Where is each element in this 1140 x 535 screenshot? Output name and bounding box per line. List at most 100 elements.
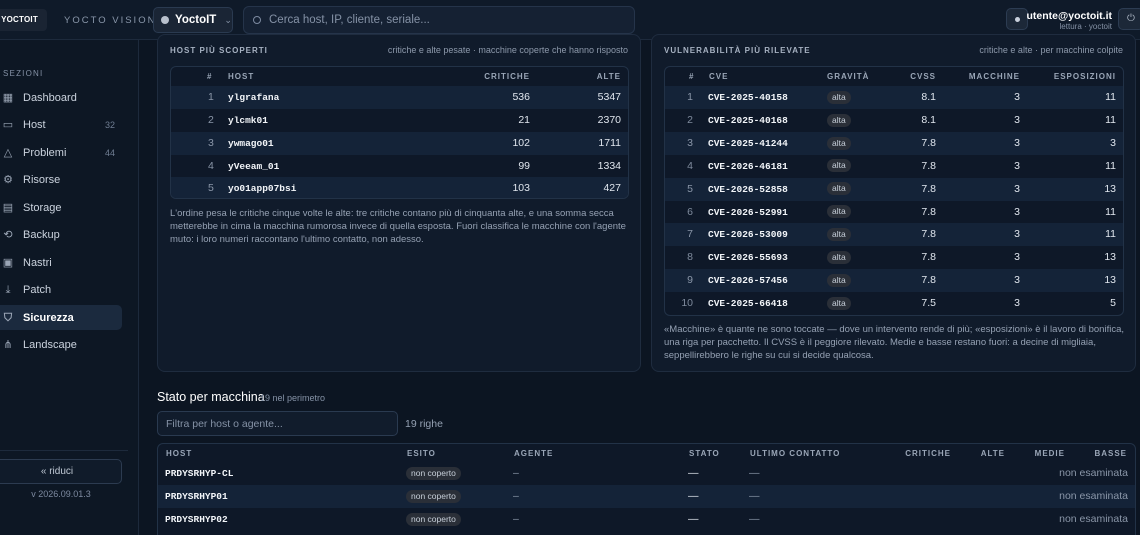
tenant-selector[interactable]: YoctoIT ⌄ <box>153 7 233 33</box>
table-row[interactable]: 6 CVE-2026-52991 alta 7.8 3 11 <box>665 201 1123 224</box>
user-avatar-button[interactable] <box>1006 8 1028 30</box>
table-row[interactable]: 5 CVE-2026-52858 alta 7.8 3 13 <box>665 177 1123 201</box>
global-search[interactable] <box>243 6 635 34</box>
row-rank: 3 <box>208 137 214 149</box>
table-row[interactable]: 4 CVE-2026-46181 alta 7.8 3 11 <box>665 155 1123 178</box>
row-cvss: 7.8 <box>921 182 936 195</box>
severity-badge: alta <box>827 273 851 287</box>
row-host[interactable]: PRDYSRHYP02 <box>165 508 228 531</box>
user-dot-icon <box>1014 16 1020 22</box>
row-host[interactable]: PRDYSRHYP-CL <box>165 462 233 485</box>
sidebar-item-storage[interactable]: ▤ Storage <box>0 195 122 220</box>
filter-input[interactable] <box>166 417 386 430</box>
row-exposures: 11 <box>1105 205 1116 218</box>
severity-badge: alta <box>827 136 851 150</box>
row-rank: 8 <box>687 251 693 264</box>
row-host[interactable]: yo01app07bsi <box>228 177 296 198</box>
sidebar-item-label: Risorse <box>23 173 61 186</box>
table-row[interactable]: PRDYSRHYP01 non coperto – — — non esaminata <box>158 485 1135 508</box>
row-agent: – <box>513 490 519 502</box>
row-cve[interactable]: CVE-2026-52858 <box>708 178 788 201</box>
column-header[interactable]: ULTIMO CONTATTO <box>750 444 840 464</box>
sidebar-item-backup[interactable]: ⟲ Backup <box>0 222 122 247</box>
table-row[interactable]: 4 yVeeam_01 99 1334 <box>171 155 628 178</box>
row-host[interactable]: PRDYSRHYP01 <box>165 485 228 508</box>
row-rank: 3 <box>687 136 693 149</box>
vuln-panel-subtitle: critiche e alte · per macchine colpite <box>979 45 1123 55</box>
sidebar-item-risorse[interactable]: ⚙ Risorse <box>0 167 122 192</box>
vuln-panel-title: VULNERABILITÀ PIÙ RILEVATE <box>664 46 811 55</box>
column-header[interactable]: ALTE <box>981 444 1005 464</box>
row-cve[interactable]: CVE-2025-40158 <box>708 86 788 109</box>
sidebar-item-label: Storage <box>23 201 62 214</box>
column-header[interactable]: MEDIE <box>1035 444 1065 464</box>
row-cve[interactable]: CVE-2026-55693 <box>708 246 788 269</box>
backup-icon: ⟲ <box>3 228 13 241</box>
table-row[interactable]: PRDYSRHYP02 non coperto – — — non esaminata <box>158 508 1135 531</box>
table-row[interactable]: 2 ylcmk01 21 2370 <box>171 109 628 132</box>
severity-badge: alta <box>827 228 851 242</box>
row-cve[interactable]: CVE-2025-41244 <box>708 132 788 155</box>
row-last-contact: — <box>749 490 760 502</box>
table-row[interactable]: 5 yo01app07bsi 103 427 <box>171 177 628 198</box>
column-header[interactable]: ESITO <box>407 444 436 464</box>
row-cve[interactable]: CVE-2025-66418 <box>708 292 788 315</box>
tenant-name: YoctoIT <box>175 14 217 26</box>
row-rank: 5 <box>208 182 214 194</box>
table-row[interactable]: 8 CVE-2026-55693 alta 7.8 3 13 <box>665 246 1123 269</box>
row-agent: – <box>513 513 519 525</box>
row-machines: 3 <box>1014 182 1020 195</box>
sidebar-item-problemi[interactable]: △ Problemi 44 <box>0 140 122 165</box>
coverage-badge: non coperto <box>406 466 461 480</box>
sidebar-item-host[interactable]: ▭ Host 32 <box>0 112 122 137</box>
coverage-badge: non coperto <box>406 512 461 526</box>
row-cvss: 8.1 <box>921 91 936 103</box>
table-row[interactable]: 3 ywmago01 102 1711 <box>171 132 628 155</box>
machines-filter[interactable] <box>157 411 398 436</box>
table-row[interactable]: 7 CVE-2026-53009 alta 7.8 3 11 <box>665 223 1123 247</box>
app-logo[interactable]: YOCTOIT <box>0 9 47 31</box>
row-host[interactable]: ylgrafana <box>228 86 279 109</box>
row-cve[interactable]: CVE-2025-40168 <box>708 109 788 132</box>
row-severity: alta <box>827 86 851 109</box>
row-cve[interactable]: CVE-2026-52991 <box>708 201 788 224</box>
row-basse: non esaminata <box>1059 467 1128 479</box>
logout-icon[interactable]: ⏻ <box>1118 8 1140 30</box>
table-row[interactable]: 1 ylgrafana 536 5347 <box>171 86 628 109</box>
column-header[interactable]: BASSE <box>1094 444 1127 464</box>
row-rank: 4 <box>687 159 693 172</box>
table-row[interactable]: 1 CVE-2025-40158 alta 8.1 3 11 <box>665 86 1123 109</box>
column-header[interactable]: CRITICHE <box>905 444 951 464</box>
row-cve[interactable]: CVE-2026-46181 <box>708 155 788 178</box>
column-header: HOST <box>228 72 255 81</box>
row-host[interactable]: yVeeam_01 <box>228 155 279 178</box>
row-severity: alta <box>827 178 851 201</box>
row-cve[interactable]: CVE-2026-57456 <box>708 269 788 292</box>
column-header[interactable]: AGENTE <box>514 444 553 464</box>
row-outcome: non coperto <box>406 508 461 531</box>
table-row[interactable]: PRDYSRHYP-CL non coperto – — — non esaminata <box>158 462 1135 485</box>
sidebar-item-landscape[interactable]: ⋔ Landscape <box>0 332 122 357</box>
row-host[interactable]: ywmago01 <box>228 132 274 155</box>
download-icon: ⤓ <box>5 283 11 296</box>
collapse-sidebar-button[interactable]: « riduci <box>0 459 122 484</box>
user-role: lettura · yoctoit <box>1059 22 1112 31</box>
row-rank: 5 <box>687 182 693 195</box>
table-row[interactable]: 2 CVE-2025-40168 alta 8.1 3 11 <box>665 109 1123 132</box>
coverage-badge: non coperto <box>406 489 461 503</box>
sidebar-item-dashboard[interactable]: ▦ Dashboard <box>0 85 122 110</box>
row-cve[interactable]: CVE-2026-53009 <box>708 223 788 246</box>
severity-badge: alta <box>827 251 851 265</box>
column-header[interactable]: HOST <box>166 444 192 464</box>
search-input[interactable] <box>269 14 609 26</box>
sidebar-item-sicurezza[interactable]: ⛉ Sicurezza <box>0 305 122 330</box>
table-row[interactable]: 10 CVE-2025-66418 alta 7.5 3 5 <box>665 292 1123 315</box>
column-header[interactable]: STATO <box>689 444 720 464</box>
row-rank: 9 <box>687 274 693 287</box>
app-version: v 2026.09.01.3 <box>31 489 91 499</box>
sidebar-item-patch[interactable]: ⤓ Patch <box>0 277 122 302</box>
sidebar-item-nastri[interactable]: ▣ Nastri <box>0 250 122 275</box>
table-row[interactable]: 3 CVE-2025-41244 alta 7.8 3 3 <box>665 131 1123 155</box>
row-host[interactable]: ylcmk01 <box>228 109 268 132</box>
table-row[interactable]: 9 CVE-2026-57456 alta 7.8 3 13 <box>665 269 1123 293</box>
